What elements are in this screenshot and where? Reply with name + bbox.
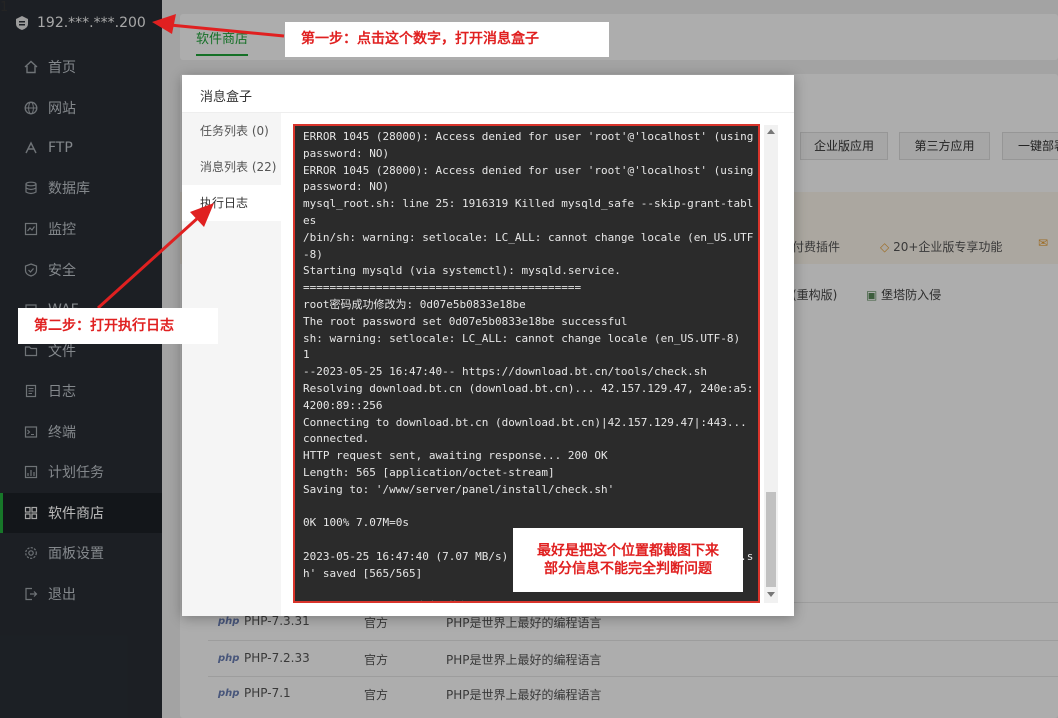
annotation-step2: 第二步：打开执行日志: [18, 308, 218, 344]
log-line: |-Successify --- 命令已执行! ---: [303, 599, 755, 601]
nav-message-list[interactable]: 消息列表 (22): [182, 149, 281, 185]
annotation-note-line1: 最好是把这个位置都截图下来: [537, 543, 719, 559]
modal-nav: 任务列表 (0) 消息列表 (22) 执行日志: [182, 113, 281, 616]
log-line: sh: warning: setlocale: LC_ALL: cannot c…: [303, 331, 741, 345]
log-line: Connecting to download.bt.cn (download.b…: [303, 415, 754, 446]
log-line: The root password set 0d07e5b0833e18be s…: [303, 314, 628, 328]
annotation-step1: 第一步：点击这个数字，打开消息盒子: [285, 22, 609, 57]
log-line: HTTP request sent, awaiting response... …: [303, 449, 608, 463]
sidebar-overlay: [0, 0, 162, 718]
log-line: ERROR 1045 (28000): Access denied for us…: [303, 130, 760, 160]
log-line: ERROR 1045 (28000): Access denied for us…: [303, 163, 760, 194]
modal-title: 消息盒子: [200, 90, 253, 105]
scroll-up-arrow-icon[interactable]: [767, 129, 775, 134]
log-line: Saving to: '/www/server/panel/install/ch…: [303, 482, 615, 496]
log-line: Length: 565 [application/octet-stream]: [303, 465, 555, 479]
annotation-note: 最好是把这个位置都截图下来 部分信息不能完全判断问题: [513, 528, 743, 592]
log-scrollbar-thumb[interactable]: [766, 492, 776, 587]
log-line: mysql_root.sh: line 25: 1916319 Killed m…: [303, 197, 754, 227]
nav-task-list[interactable]: 任务列表 (0): [182, 113, 281, 149]
log-line: --2023-05-25 16:47:40-- https://download…: [303, 365, 707, 379]
scroll-down-arrow-icon[interactable]: [767, 592, 775, 597]
log-line: Starting mysqld (via systemctl): mysqld.…: [303, 264, 621, 278]
log-line: /bin/sh: warning: setlocale: LC_ALL: can…: [303, 230, 754, 261]
nav-exec-log[interactable]: 执行日志: [182, 185, 281, 221]
log-line: ========================================…: [303, 281, 582, 295]
log-line: root密码成功修改为: 0d07e5b0833e18be: [303, 297, 526, 311]
log-line: Resolving download.bt.cn (download.bt.cn…: [303, 381, 754, 412]
annotation-note-line2: 部分信息不能完全判断问题: [544, 561, 712, 577]
log-line: 1: [303, 348, 310, 362]
